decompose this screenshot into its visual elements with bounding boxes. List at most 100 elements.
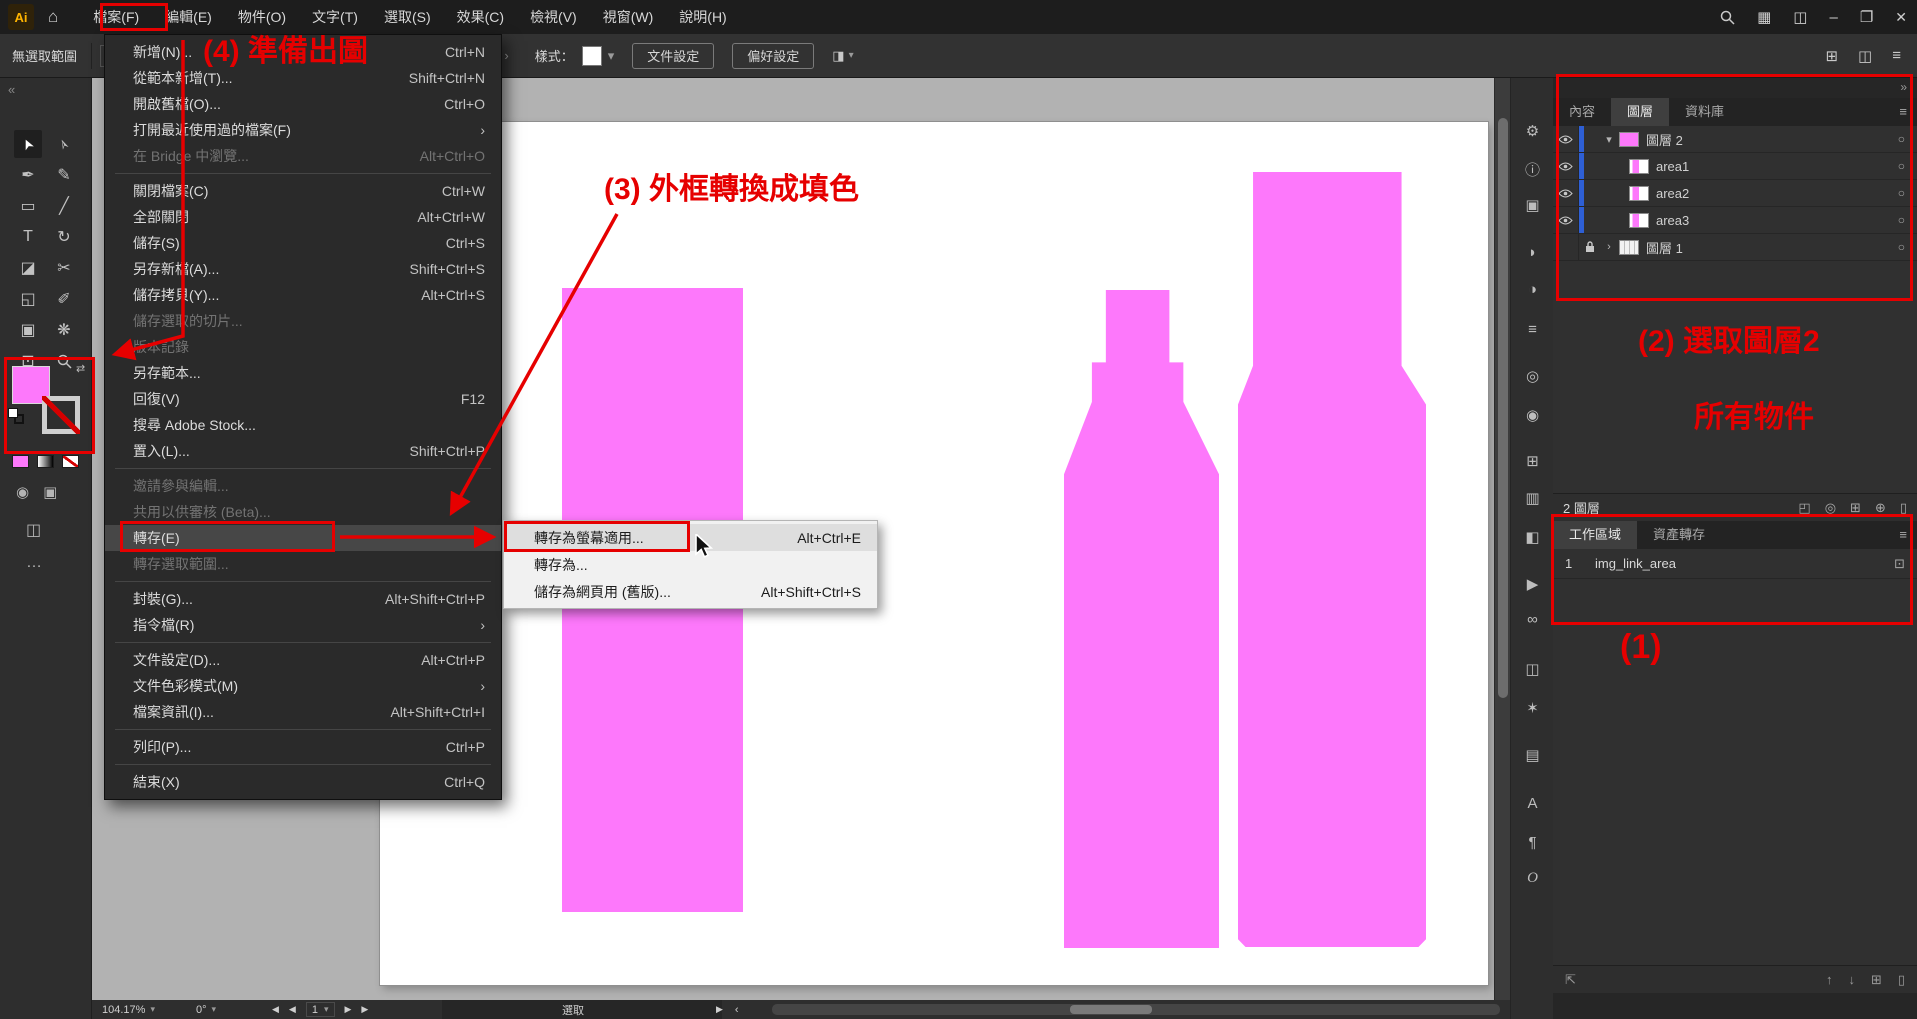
none-button[interactable] — [62, 455, 79, 468]
pen-tool[interactable]: ✒ — [14, 161, 42, 189]
file-menu-item-document-color-mode[interactable]: 文件色彩模式(M)› — [105, 673, 501, 699]
file-menu-item-print[interactable]: 列印(P)...Ctrl+P — [105, 734, 501, 760]
shape-builder-tool[interactable]: ◱ — [14, 285, 42, 313]
tab-libraries[interactable]: 資料庫 — [1669, 98, 1740, 126]
file-menu-item-close[interactable]: 關閉檔案(C)Ctrl+W — [105, 178, 501, 204]
arrange-documents-icon[interactable]: ◫ — [1793, 8, 1807, 26]
layer-thumbnail[interactable] — [1619, 240, 1639, 255]
target-circle-icon[interactable]: ○ — [1898, 240, 1905, 254]
scissors-tool[interactable]: ✂ — [50, 254, 78, 282]
chevron-down-icon[interactable]: ▾ — [1601, 133, 1617, 146]
swatches-panel-icon[interactable]: ◧ — [1511, 528, 1554, 546]
layer-row-area1[interactable]: area1 ○ — [1553, 153, 1917, 180]
file-menu-item-export[interactable]: 轉存(E)› — [105, 525, 501, 551]
edit-toolbar-icon[interactable]: … — [26, 554, 44, 572]
align-panel-icon[interactable]: ≡ — [1511, 321, 1554, 338]
locate-object-icon[interactable]: ◎ — [1825, 500, 1836, 516]
menu-file[interactable]: 檔案(F) — [80, 0, 152, 34]
menu-view[interactable]: 檢視(V) — [517, 0, 590, 34]
magenta-bottle-shape-large[interactable] — [1238, 172, 1426, 947]
file-menu-item-close-all[interactable]: 全部關閉Alt+Ctrl+W — [105, 204, 501, 230]
links-panel-icon[interactable]: ∞ — [1511, 611, 1554, 628]
first-artboard-icon[interactable]: ◀ — [272, 1004, 279, 1015]
visibility-toggle[interactable] — [1553, 207, 1579, 233]
draw-normal-icon[interactable]: ◉ — [16, 483, 29, 501]
knife-tool[interactable]: ╱ — [50, 192, 78, 220]
grid-panel-icon[interactable]: ⊞ — [1511, 452, 1554, 470]
visibility-toggle[interactable] — [1553, 180, 1579, 206]
rotation-dropdown[interactable]: 0° ▾ — [196, 1000, 216, 1019]
color-button[interactable] — [12, 455, 29, 468]
opentype-panel-icon[interactable]: O — [1511, 870, 1554, 887]
object-thumbnail[interactable] — [1629, 186, 1649, 201]
horizontal-scrollbar-thumb[interactable] — [1070, 1005, 1152, 1014]
previous-artboard-icon[interactable]: ◀ — [289, 1004, 296, 1015]
layer-name[interactable]: 圖層 2 — [1646, 130, 1898, 149]
visibility-toggle[interactable] — [1553, 126, 1579, 152]
file-menu-item-open[interactable]: 開啟舊檔(O)...Ctrl+O — [105, 91, 501, 117]
swap-fill-stroke-icon[interactable]: ⇄ — [76, 362, 85, 375]
file-menu-item-save-as-template[interactable]: 另存範本... — [105, 360, 501, 386]
menu-select[interactable]: 選取(S) — [371, 0, 444, 34]
minimize-button[interactable]: – — [1829, 9, 1837, 26]
vertical-scrollbar[interactable] — [1494, 78, 1510, 1000]
panel-menu-icon[interactable]: ≡ — [1899, 521, 1917, 549]
menu-object[interactable]: 物件(O) — [225, 0, 299, 34]
submenu-item-export-as[interactable]: 轉存為... — [504, 551, 877, 578]
rectangle-tool[interactable]: ▭ — [14, 192, 42, 220]
delete-artboard-icon[interactable]: ▯ — [1898, 972, 1905, 988]
default-fill-stroke-icon[interactable] — [8, 408, 26, 426]
make-mask-icon[interactable]: ⊞ — [1850, 500, 1861, 516]
delete-layer-icon[interactable]: ▯ — [1900, 500, 1907, 516]
menu-help[interactable]: 說明(H) — [666, 0, 739, 34]
tab-asset-export[interactable]: 資產轉存 — [1637, 521, 1721, 549]
menu-type[interactable]: 文字(T) — [299, 0, 371, 34]
blob-brush-panel-icon[interactable]: ◗ — [1511, 244, 1554, 261]
vertical-scrollbar-thumb[interactable] — [1498, 118, 1508, 698]
file-menu-item-new-from-template[interactable]: 從範本新增(T)...Shift+Ctrl+N — [105, 65, 501, 91]
file-menu-item-file-info[interactable]: 檔案資訊(I)...Alt+Shift+Ctrl+I — [105, 699, 501, 725]
menu-effect[interactable]: 效果(C) — [444, 0, 517, 34]
eyedropper-tool[interactable]: ✐ — [50, 285, 78, 313]
object-name[interactable]: area1 — [1656, 159, 1898, 174]
zoom-tool[interactable] — [50, 347, 78, 375]
object-name[interactable]: area3 — [1656, 213, 1898, 228]
tab-properties[interactable]: 內容 — [1553, 98, 1611, 126]
grid-icon[interactable]: ⊞ — [1825, 47, 1838, 65]
pencil-tool[interactable]: ✎ — [50, 161, 78, 189]
target-circle-icon[interactable]: ○ — [1898, 159, 1905, 173]
pathfinder-panel-icon[interactable]: ◎ — [1511, 367, 1554, 385]
character-panel-icon[interactable]: A — [1511, 795, 1554, 812]
gradient-panel-icon[interactable]: ▤ — [1511, 746, 1554, 764]
snap-options-dropdown[interactable]: ◨ ▾ — [832, 48, 853, 64]
chevron-down-icon[interactable]: ▾ — [608, 48, 615, 64]
play-icon[interactable]: ▶ — [716, 1004, 723, 1015]
file-menu-item-new[interactable]: 新增(N)...Ctrl+N — [105, 39, 501, 65]
file-menu-item-package[interactable]: 封裝(G)...Alt+Shift+Ctrl+P — [105, 586, 501, 612]
artboard-icon[interactable]: ⊡ — [1894, 556, 1905, 572]
layer-row-area3[interactable]: area3 ○ — [1553, 207, 1917, 234]
file-menu-item-save-a-copy[interactable]: 儲存拷貝(Y)...Alt+Ctrl+S — [105, 282, 501, 308]
artboard-row[interactable]: 1 img_link_area ⊡ — [1553, 549, 1917, 579]
restore-button[interactable]: ❐ — [1860, 8, 1873, 26]
chevron-right-icon[interactable]: › — [504, 48, 508, 63]
effects-panel-icon[interactable]: ✶ — [1511, 699, 1554, 717]
file-menu-item-scripts[interactable]: 指令檔(R)› — [105, 612, 501, 638]
collect-for-export-icon[interactable]: ◰ — [1798, 500, 1810, 516]
artboard-number-dropdown[interactable]: 1 ▾ — [306, 1002, 335, 1017]
file-menu-item-open-recent[interactable]: 打開最近使用過的檔案(F)› — [105, 117, 501, 143]
columns-panel-icon[interactable]: ◫ — [1511, 660, 1554, 678]
polar-panel-icon[interactable]: ◉ — [1511, 406, 1554, 424]
layer-row-area2[interactable]: area2 ○ — [1553, 180, 1917, 207]
artboard-name[interactable]: img_link_area — [1595, 556, 1894, 571]
move-down-icon[interactable]: ↓ — [1848, 972, 1855, 987]
file-menu-item-save-as[interactable]: 另存新檔(A)...Shift+Ctrl+S — [105, 256, 501, 282]
direct-selection-tool[interactable]: ➢ — [50, 130, 78, 158]
move-up-icon[interactable]: ↑ — [1826, 972, 1833, 987]
rearrange-artboards-icon[interactable]: ⇱ — [1565, 972, 1576, 988]
new-artboard-icon[interactable]: ⊞ — [1871, 972, 1882, 988]
layer-row-layer-2[interactable]: ▾ 圖層 2 ○ — [1553, 126, 1917, 153]
object-thumbnail[interactable] — [1629, 159, 1649, 174]
layer-row-layer-1[interactable]: › 圖層 1 ○ — [1553, 234, 1917, 261]
rotate-tool[interactable]: ↻ — [50, 223, 78, 251]
